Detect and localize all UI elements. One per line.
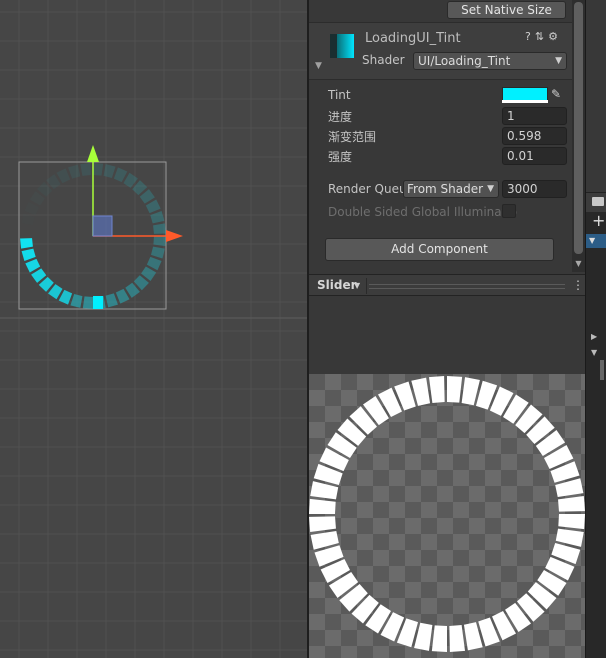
gradient-range-field[interactable]: 0.598 xyxy=(502,127,567,145)
folder-icon[interactable] xyxy=(592,197,604,206)
shader-value: UI/Loading_Tint xyxy=(418,54,511,68)
set-native-size-button[interactable]: Set Native Size xyxy=(447,1,566,19)
render-queue-field[interactable]: 3000 xyxy=(502,180,567,198)
ring-segment xyxy=(80,163,91,176)
preview-ring xyxy=(309,376,585,652)
intensity-label: 强度 xyxy=(328,150,353,164)
kebab-menu-icon[interactable]: ⋮ xyxy=(572,278,584,292)
tint-label: Tint xyxy=(328,88,351,102)
scene-grid xyxy=(0,0,307,658)
gizmo-plane-handle xyxy=(92,215,113,237)
preview-ring-segment xyxy=(428,376,445,403)
scroll-down-arrow-icon[interactable]: ▼ xyxy=(572,258,585,270)
scene-canvas[interactable] xyxy=(0,0,307,658)
preview-ring-segment xyxy=(555,528,584,547)
hierarchy-scrollbar[interactable] xyxy=(600,360,604,380)
expand-arrow-icon[interactable]: ▼ xyxy=(589,236,595,245)
material-thumbnail-shade xyxy=(330,34,337,58)
gizmo-y-arrow xyxy=(87,145,99,162)
ring-segment xyxy=(20,238,33,249)
add-component-button[interactable]: Add Component xyxy=(325,238,554,261)
collapse-arrow-icon[interactable]: ▶ xyxy=(591,332,597,341)
plus-icon[interactable]: + xyxy=(592,213,605,229)
gear-icon[interactable]: ⚙ xyxy=(548,30,562,43)
double-sided-gi-label: Double Sided Global Illuminatio xyxy=(328,205,517,219)
ring-segment xyxy=(150,211,165,224)
progress-field[interactable]: 1 xyxy=(502,107,567,125)
preview-ring-segment xyxy=(414,622,433,651)
preview-ring-segment xyxy=(558,495,585,512)
preview-ring-segment xyxy=(461,377,480,406)
ring-segment-head xyxy=(93,296,103,309)
ring-segment xyxy=(103,164,116,178)
ring-segment xyxy=(146,256,162,271)
ring-segment xyxy=(93,163,104,176)
chevron-down-icon: ▼ xyxy=(555,56,562,66)
render-queue-mode: From Shader xyxy=(407,182,484,196)
ring-segment xyxy=(82,296,93,309)
ring-segment xyxy=(68,164,81,179)
preview-ring-segment xyxy=(431,625,447,652)
chevron-down-icon[interactable]: ▼ xyxy=(354,281,360,290)
ring-segment xyxy=(24,202,39,215)
inspector-scrollbar-thumb[interactable] xyxy=(574,2,583,254)
ring-segment xyxy=(105,293,118,308)
intensity-field[interactable]: 0.01 xyxy=(502,147,567,165)
shader-dropdown[interactable]: UI/Loading_Tint ▼ xyxy=(413,52,567,70)
material-name: LoadingUI_Tint xyxy=(365,31,461,46)
render-queue-dropdown[interactable]: From Shader ▼ xyxy=(403,180,499,198)
ring-segment xyxy=(153,223,166,234)
preview-ring-segment xyxy=(447,376,463,403)
render-queue-label: Render Queu xyxy=(328,182,407,196)
ring-segment xyxy=(151,246,165,259)
tint-alpha-bar xyxy=(502,100,548,103)
preview-resize-handle[interactable] xyxy=(369,284,565,289)
ring-segment xyxy=(70,294,83,308)
shader-label: Shader xyxy=(362,53,405,67)
material-header-icons: ?⇅⚙ xyxy=(525,30,562,43)
gradient-range-label: 渐变范围 xyxy=(328,130,377,144)
preview-ring-segment xyxy=(310,481,339,500)
chevron-down-icon: ▼ xyxy=(487,184,494,194)
preview-ring-segment xyxy=(309,498,336,514)
ring-segment xyxy=(20,226,33,236)
preview-ring-canvas xyxy=(309,376,585,652)
gizmo-x-arrow xyxy=(166,230,183,242)
ring-segment xyxy=(153,236,166,247)
preview-ring-segment xyxy=(558,514,585,530)
progress-label: 进度 xyxy=(328,110,353,124)
double-sided-gi-checkbox[interactable] xyxy=(502,204,516,218)
preset-icon[interactable]: ⇅ xyxy=(535,30,548,43)
preview-object-label[interactable]: Slider xyxy=(317,278,357,292)
expand-arrow-icon[interactable]: ▼ xyxy=(591,348,597,357)
preview-header-separator xyxy=(366,278,367,294)
material-foldout-icon[interactable]: ▼ xyxy=(315,61,322,71)
preview-ring-segment xyxy=(449,625,466,652)
preview-ring-segment xyxy=(309,516,336,533)
ring-segment xyxy=(21,248,36,261)
eyedropper-icon[interactable]: ✎ xyxy=(551,87,561,101)
help-icon[interactable]: ? xyxy=(525,30,535,43)
ring-segment xyxy=(113,167,128,183)
hierarchy-panel-top xyxy=(586,0,606,192)
scene-view[interactable] xyxy=(0,0,307,658)
